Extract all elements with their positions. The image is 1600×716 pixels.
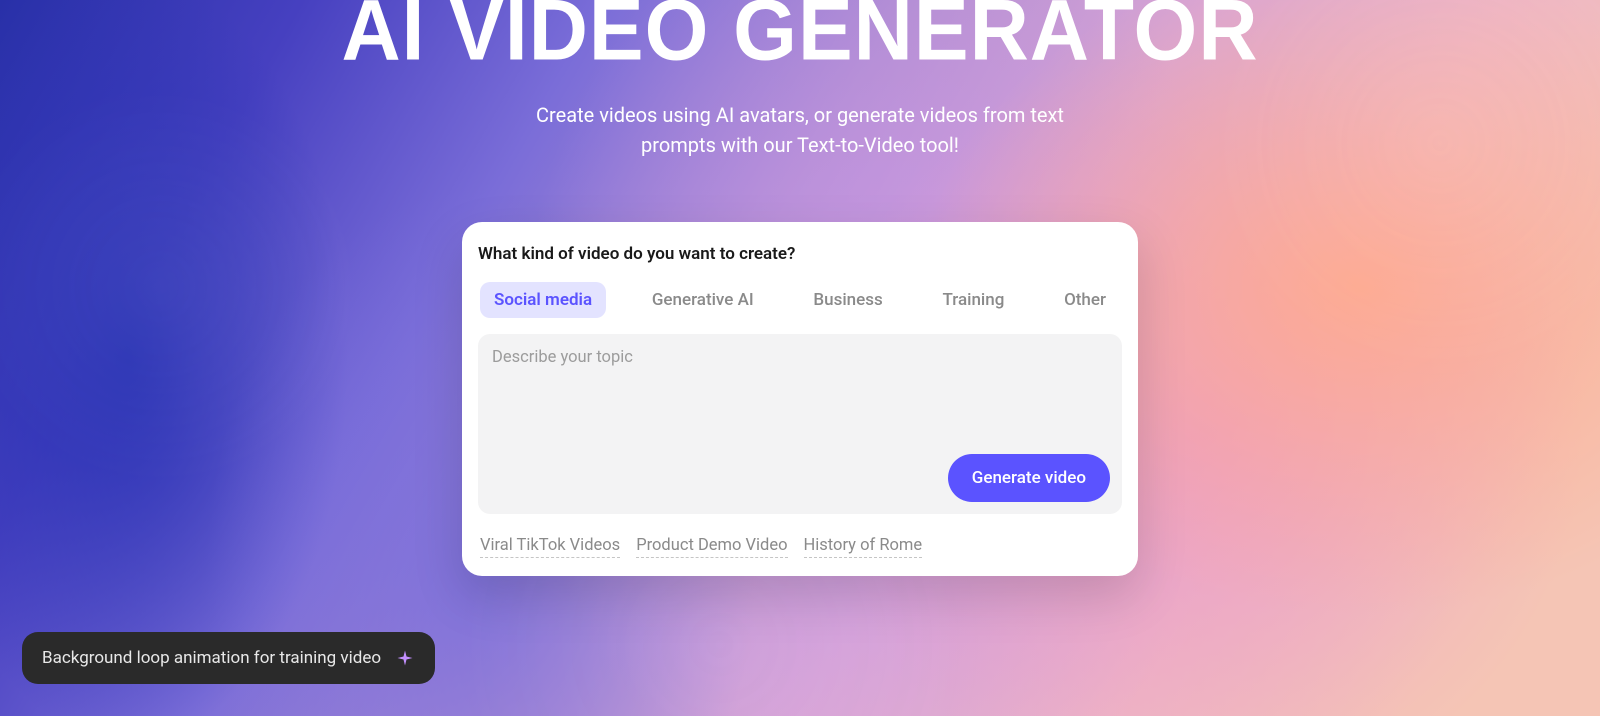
page-subtitle: Create videos using AI avatars, or gener… (500, 100, 1100, 160)
card-prompt-label: What kind of video do you want to create… (478, 244, 1122, 264)
tab-training[interactable]: Training (928, 282, 1018, 318)
toast-text: Background loop animation for training v… (42, 648, 381, 668)
suggestion-item[interactable]: Viral TikTok Videos (480, 536, 620, 558)
tab-generative-ai[interactable]: Generative AI (638, 282, 768, 318)
tab-business[interactable]: Business (799, 282, 896, 318)
tab-other[interactable]: Other (1050, 282, 1120, 318)
category-tabs: Social media Generative AI Business Trai… (478, 282, 1122, 318)
suggestion-list: Viral TikTok Videos Product Demo Video H… (478, 536, 1122, 558)
spark-icon (395, 648, 415, 668)
suggestion-toast[interactable]: Background loop animation for training v… (22, 632, 435, 684)
prompt-input-container: Generate video (478, 334, 1122, 514)
prompt-textarea[interactable] (492, 348, 1108, 448)
hero-content: AI VIDEO GENERATOR Create videos using A… (0, 0, 1600, 576)
tab-social-media[interactable]: Social media (480, 282, 606, 318)
page-title: AI VIDEO GENERATOR (341, 0, 1258, 74)
generate-video-button[interactable]: Generate video (948, 454, 1110, 502)
generator-card: What kind of video do you want to create… (462, 222, 1138, 576)
suggestion-item[interactable]: History of Rome (804, 536, 923, 558)
suggestion-item[interactable]: Product Demo Video (636, 536, 787, 558)
